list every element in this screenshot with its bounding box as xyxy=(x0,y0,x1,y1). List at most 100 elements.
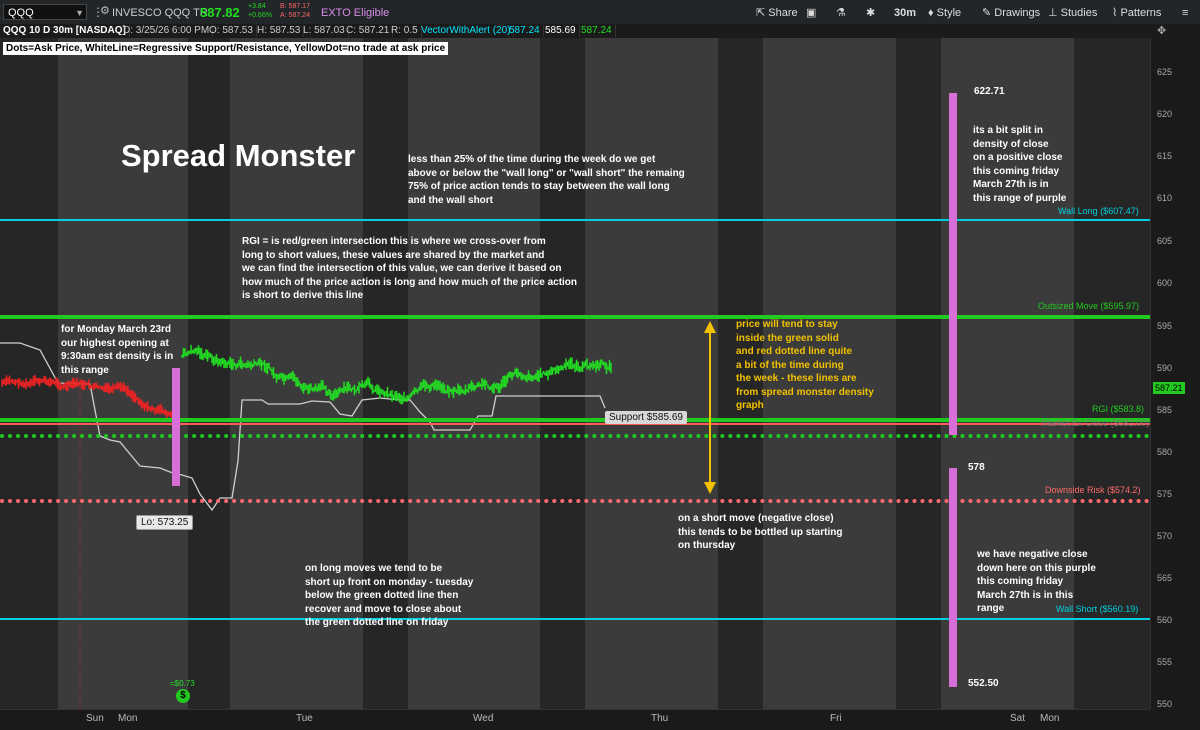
bid-price: B: 587.17 xyxy=(280,3,310,10)
rgi-note: RGI = is red/green intersection this is … xyxy=(242,235,577,303)
flask-button[interactable]: ⚗ xyxy=(832,3,850,23)
note-line: graph xyxy=(736,400,764,411)
note-line: short up front on monday - tuesday xyxy=(305,576,474,588)
studies-icon: ⊥ xyxy=(1048,7,1061,19)
arrow-up-icon xyxy=(704,321,716,333)
note-line: our highest opening at xyxy=(61,337,169,349)
study-value-1: 587.24 xyxy=(506,25,544,37)
style-label: Style xyxy=(936,7,962,19)
y-tick: 590 xyxy=(1157,363,1173,373)
study-name: VectorWithAlert (20) xyxy=(418,25,515,37)
note-line: and the wall short xyxy=(408,194,494,206)
y-tick: 585 xyxy=(1157,405,1173,415)
x-tick: Thu xyxy=(651,713,669,724)
note-line: this coming friday xyxy=(973,165,1060,177)
note-line: down here on this purple xyxy=(977,562,1096,574)
note-line: for Monday March 23rd xyxy=(61,324,172,335)
x-tick: Tue xyxy=(296,713,313,724)
x-tick: Sat xyxy=(1010,713,1026,724)
note-line: from spread monster density xyxy=(736,386,874,398)
note-line: this range of purple xyxy=(973,192,1067,204)
note-line: the green dotted line on friday xyxy=(305,617,449,628)
note-line: March 27th is in xyxy=(973,179,1049,190)
note-line: long to short values, these values are s… xyxy=(242,249,545,261)
chevron-down-icon[interactable]: ▼ xyxy=(75,5,84,21)
y-tick: 575 xyxy=(1157,489,1173,499)
price-axis[interactable]: 625 620 615 610 605 600 595 590 585 580 … xyxy=(1150,38,1200,709)
note-line: this range xyxy=(61,364,109,376)
patterns-label: Patterns xyxy=(1120,7,1162,19)
flask-icon: ⚗ xyxy=(836,7,846,19)
time-axis[interactable]: Sun Mon Tue Wed Thu Fri Sat Mon xyxy=(0,709,1150,730)
x-tick: Wed xyxy=(473,713,494,724)
timeframe-button[interactable]: 30m xyxy=(890,3,920,23)
y-tick: 555 xyxy=(1157,657,1173,667)
y-tick: 580 xyxy=(1157,447,1173,457)
symbol-input[interactable]: QQQ ▼ xyxy=(3,4,87,20)
menu-button[interactable]: ≡ xyxy=(1178,3,1192,23)
timeframe-label: 30m xyxy=(894,7,917,19)
note-line: is short to derive this line xyxy=(242,290,364,301)
green-line-note: price will tend to stay inside the green… xyxy=(736,318,874,413)
x-tick: Mon xyxy=(1040,713,1060,724)
legend-note: Dots=Ask Price, WhiteLine=Regressive Sup… xyxy=(3,42,449,55)
y-tick: 620 xyxy=(1157,109,1173,119)
y-tick: 570 xyxy=(1157,531,1173,541)
note-line: inside the green solid xyxy=(736,332,839,344)
note-line: on a short move (negative close) xyxy=(678,513,834,524)
drawings-label: Drawings xyxy=(994,7,1041,19)
long-moves-note: on long moves we tend to be short up fro… xyxy=(305,562,473,630)
bar-close: C: 587.21 xyxy=(343,25,394,37)
x-tick: Fri xyxy=(830,713,842,724)
x-tick: Mon xyxy=(118,713,138,724)
chart-plot-area[interactable]: Wall Long ($607.47) Outsized Move ($595.… xyxy=(0,38,1150,709)
last-price: 587.82 xyxy=(200,5,240,20)
settings-small-icon[interactable]: ⚙ xyxy=(100,4,110,17)
note-line: recover and move to close about xyxy=(305,603,462,615)
note-line: price will tend to stay xyxy=(736,319,838,330)
style-button[interactable]: ♦ Style xyxy=(924,3,965,23)
note-line: below the green dotted line then xyxy=(305,590,459,601)
studies-button[interactable]: ⊥ Studies xyxy=(1044,3,1101,23)
style-icon: ♦ xyxy=(928,7,937,19)
y-tick: 600 xyxy=(1157,278,1173,288)
bar-low: L: 587.03 xyxy=(300,25,349,37)
patterns-button[interactable]: ⌇ Patterns xyxy=(1108,3,1165,23)
bar-date: D: 3/25/26 6:00 PM xyxy=(120,25,214,37)
snapshot-button[interactable]: ▣ xyxy=(802,3,820,23)
top-toolbar: QQQ ▼ ⋮ ⚙ INVESCO QQQ TR 587.82 +3.84 +0… xyxy=(0,0,1200,27)
exto-eligible: EXTO Eligible xyxy=(321,7,390,19)
note-line: on thursday xyxy=(678,540,736,551)
pencil-icon: ✎ xyxy=(982,7,995,19)
note-line: we have negative close xyxy=(977,549,1088,560)
headline: Spread Monster xyxy=(121,138,356,173)
note-line: a bit of the time during xyxy=(736,359,844,371)
y-tick: 595 xyxy=(1157,321,1173,331)
note-line: its a bit split in xyxy=(973,125,1044,136)
dollar-icon[interactable]: $ xyxy=(176,689,190,703)
y-tick: 625 xyxy=(1157,67,1173,77)
y-tick: 605 xyxy=(1157,236,1173,246)
y-tick: 560 xyxy=(1157,615,1173,625)
price-change-pct: +0.66% xyxy=(248,12,272,19)
note-line: the week - these lines are xyxy=(736,373,857,384)
note-line: less than 25% of the time during the wee… xyxy=(408,154,656,165)
wall-note: less than 25% of the time during the wee… xyxy=(408,153,685,207)
y-tick: 615 xyxy=(1157,151,1173,161)
y-tick: 550 xyxy=(1157,699,1173,709)
drawings-button[interactable]: ✎ Drawings xyxy=(978,3,1044,23)
note-line: we can find the intersection of this val… xyxy=(242,263,562,274)
collapse-icon[interactable]: ✥ xyxy=(1154,25,1169,37)
small-value-tag: =$0.73 xyxy=(170,679,195,688)
chart-name: QQQ 10 D 30m [NASDAQ] xyxy=(0,25,130,37)
gear-icon: ✱ xyxy=(866,7,876,19)
share-button[interactable]: ⇱ Share xyxy=(752,3,802,23)
gear-button[interactable]: ✱ xyxy=(862,3,879,23)
symbol-value: QQQ xyxy=(8,7,34,19)
note-line: range xyxy=(977,603,1005,614)
x-tick: Sun xyxy=(86,713,104,724)
study-value-2: 585.69 xyxy=(542,25,580,37)
bar-open: O: 587.53 xyxy=(206,25,257,37)
split-density-note: its a bit split in density of close on a… xyxy=(973,124,1066,205)
menu-icon: ≡ xyxy=(1182,7,1189,19)
